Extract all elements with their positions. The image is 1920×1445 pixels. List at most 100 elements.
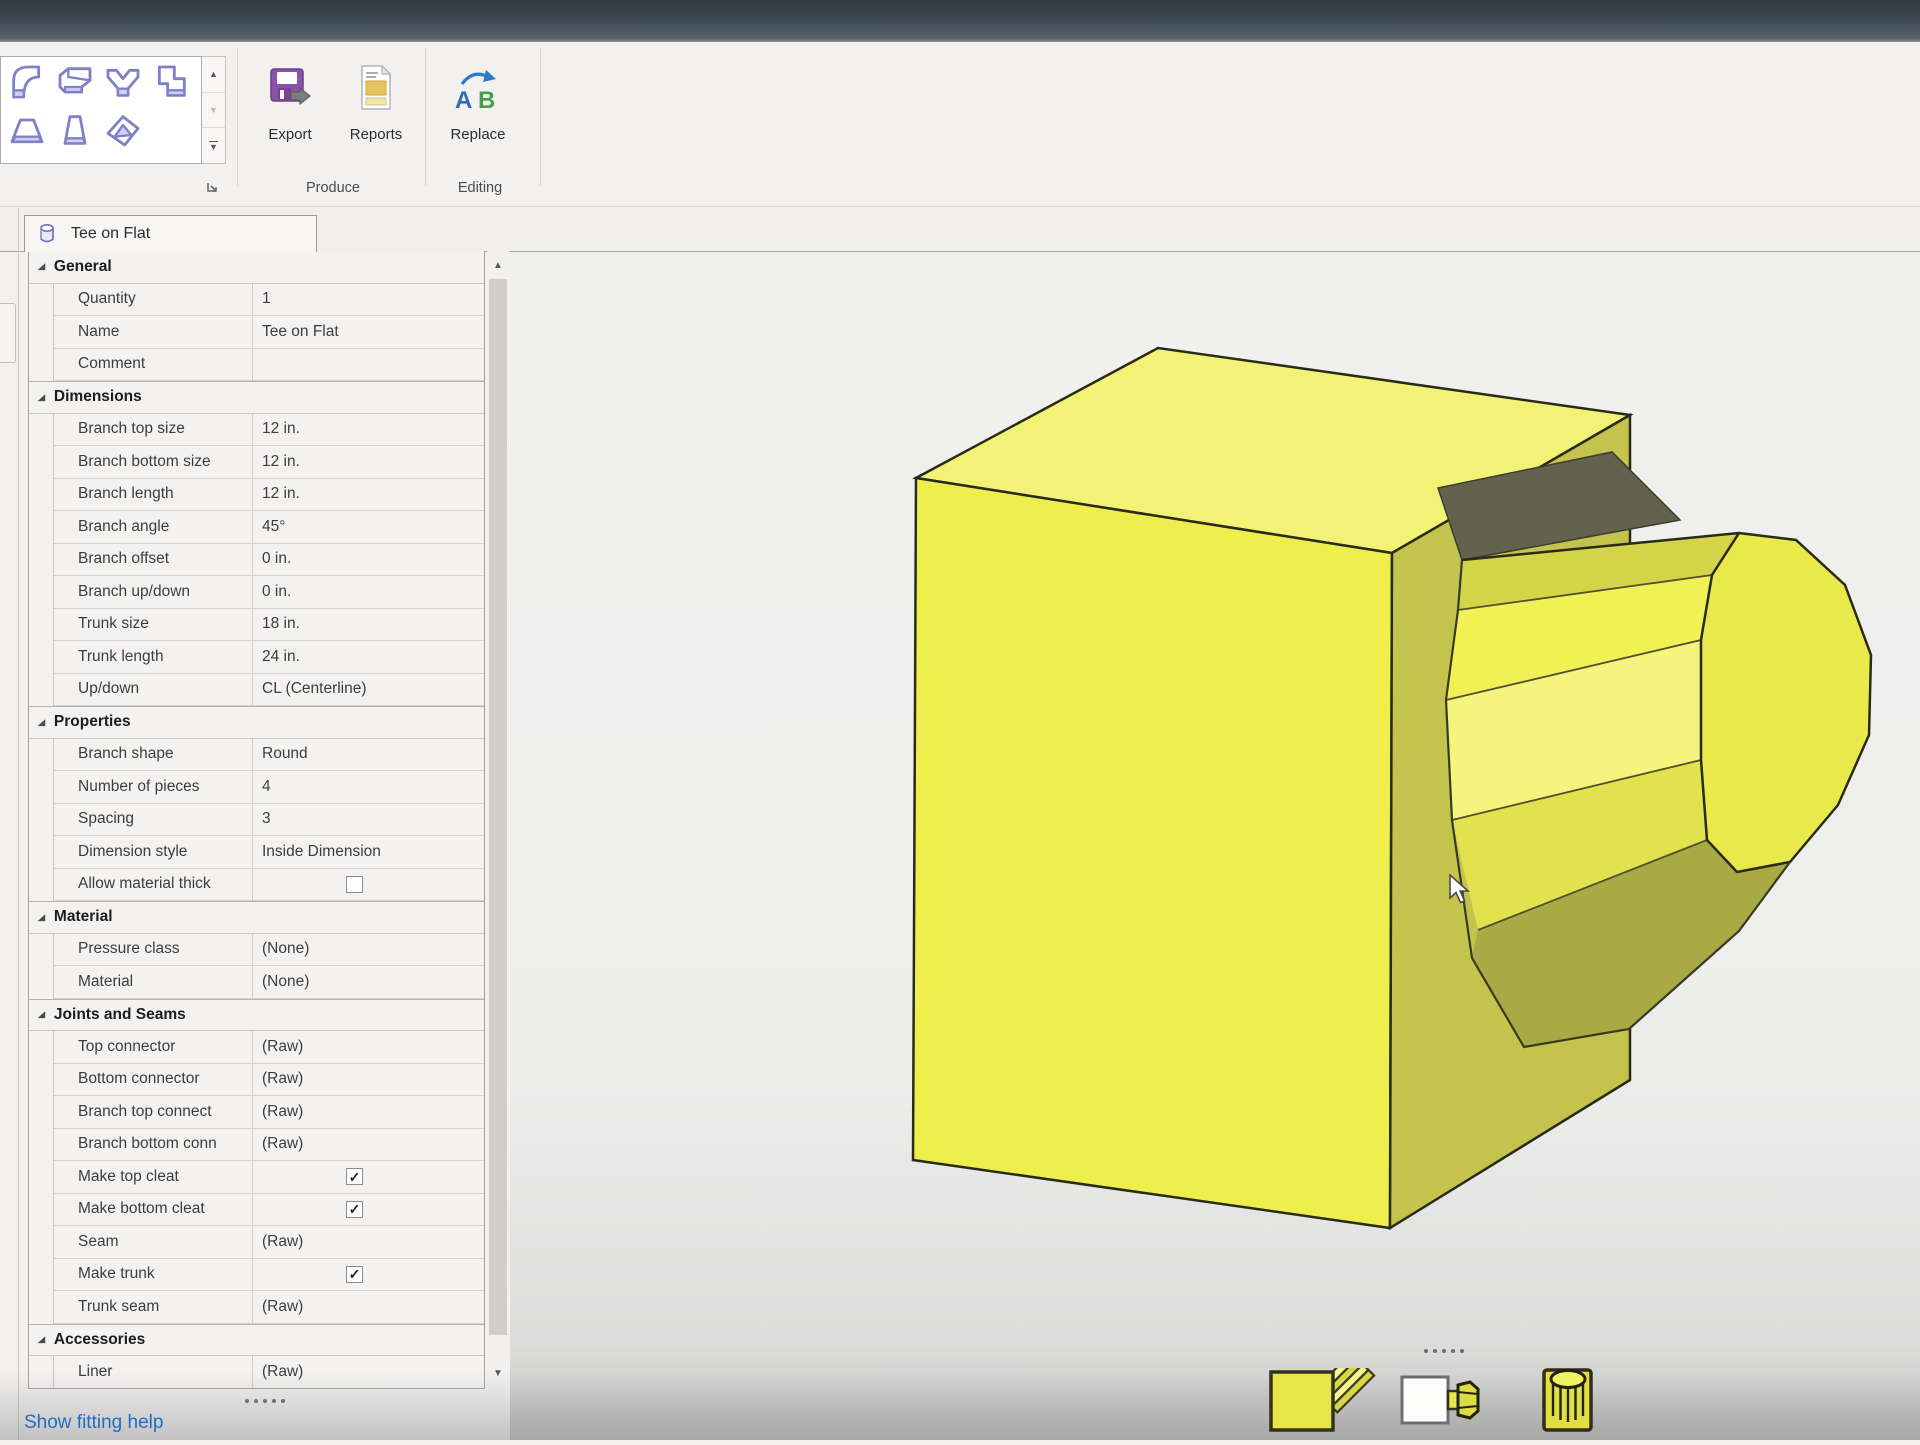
property-label: Name: [54, 316, 253, 348]
property-row-spacing[interactable]: Spacing3: [53, 804, 484, 837]
property-value[interactable]: (Raw): [253, 1129, 484, 1161]
checkbox-checked[interactable]: ✓: [346, 1201, 363, 1218]
property-row-number-of-pieces[interactable]: Number of pieces4: [53, 771, 484, 804]
property-row-branch-angle[interactable]: Branch angle45°: [53, 511, 484, 544]
property-row-comment[interactable]: Comment: [53, 349, 484, 382]
panel-resize-dots[interactable]: [245, 1399, 290, 1403]
property-value[interactable]: 12 in.: [253, 479, 484, 511]
property-value[interactable]: [253, 349, 484, 381]
property-value[interactable]: (None): [253, 966, 484, 998]
collapsed-panel-grip[interactable]: [0, 303, 16, 363]
property-value[interactable]: Round: [253, 739, 484, 771]
section-header-joints-and-seams[interactable]: ◢Joints and Seams: [29, 999, 484, 1032]
dialog-launcher-button[interactable]: [205, 180, 221, 196]
property-row-allow-material-thick[interactable]: Allow material thick: [53, 869, 484, 902]
property-value[interactable]: (Raw): [253, 1356, 484, 1388]
property-value[interactable]: 12 in.: [253, 414, 484, 446]
property-value[interactable]: 24 in.: [253, 641, 484, 673]
property-value[interactable]: 0 in.: [253, 544, 484, 576]
properties-scrollbar[interactable]: ▲ ▼: [487, 251, 509, 1389]
gallery-item-fitting-square-offset[interactable]: [51, 60, 99, 108]
property-value[interactable]: (Raw): [253, 1291, 484, 1323]
fitting-gallery[interactable]: [0, 56, 202, 164]
property-row-branch-up-down[interactable]: Branch up/down0 in.: [53, 576, 484, 609]
gallery-item-fitting-corner-tap[interactable]: [147, 60, 195, 108]
property-row-branch-shape[interactable]: Branch shapeRound: [53, 739, 484, 772]
show-fitting-help-link[interactable]: Show fitting help: [24, 1412, 163, 1434]
property-value[interactable]: 45°: [253, 511, 484, 543]
property-value[interactable]: 4: [253, 771, 484, 803]
scrollbar-down-arrow-icon[interactable]: ▼: [487, 1361, 509, 1385]
property-label: Material: [54, 966, 253, 998]
viewport-resize-dots[interactable]: [1424, 1349, 1469, 1353]
property-row-up-down[interactable]: Up/downCL (Centerline): [53, 674, 484, 707]
gallery-scroll-down-button[interactable]: ▼: [202, 93, 225, 129]
property-value[interactable]: [253, 869, 484, 901]
property-value[interactable]: (Raw): [253, 1226, 484, 1258]
property-row-make-top-cleat[interactable]: Make top cleat✓: [53, 1161, 484, 1194]
property-value[interactable]: 18 in.: [253, 609, 484, 641]
property-row-bottom-connector[interactable]: Bottom connector(Raw): [53, 1064, 484, 1097]
property-row-branch-length[interactable]: Branch length12 in.: [53, 479, 484, 512]
property-value[interactable]: (Raw): [253, 1096, 484, 1128]
property-row-branch-offset[interactable]: Branch offset0 in.: [53, 544, 484, 577]
scrollbar-up-arrow-icon[interactable]: ▲: [487, 253, 509, 277]
section-header-properties[interactable]: ◢Properties: [29, 706, 484, 739]
fitting-tall-transition-icon: [55, 110, 95, 155]
property-row-trunk-length[interactable]: Trunk length24 in.: [53, 641, 484, 674]
property-row-pressure-class[interactable]: Pressure class(None): [53, 934, 484, 967]
property-row-dimension-style[interactable]: Dimension styleInside Dimension: [53, 836, 484, 869]
checkbox-checked[interactable]: ✓: [346, 1266, 363, 1283]
replace-button[interactable]: A B Replace: [440, 56, 516, 174]
gallery-scrollbar[interactable]: ▲ ▼ ▼: [202, 56, 226, 164]
property-row-branch-top-connect[interactable]: Branch top connect(Raw): [53, 1096, 484, 1129]
property-row-branch-top-size[interactable]: Branch top size12 in.: [53, 414, 484, 447]
section-header-general[interactable]: ◢General: [29, 251, 484, 284]
property-row-branch-bottom-size[interactable]: Branch bottom size12 in.: [53, 446, 484, 479]
gallery-scroll-up-button[interactable]: ▲: [202, 57, 225, 93]
property-row-quantity[interactable]: Quantity1: [53, 284, 484, 317]
checkbox-unchecked[interactable]: [346, 876, 363, 893]
gallery-item-fitting-radius-bend[interactable]: [3, 60, 51, 108]
thumb-tee-top-view-button[interactable]: [1542, 1366, 1594, 1438]
section-header-dimensions[interactable]: ◢Dimensions: [29, 381, 484, 414]
property-value[interactable]: (Raw): [253, 1031, 484, 1063]
model-viewport[interactable]: [510, 252, 1920, 1440]
property-value[interactable]: ✓: [253, 1259, 484, 1291]
scrollbar-thumb[interactable]: [489, 279, 507, 1335]
property-value[interactable]: ✓: [253, 1194, 484, 1226]
gallery-more-button[interactable]: ▼: [202, 128, 225, 163]
property-row-make-trunk[interactable]: Make trunk✓: [53, 1259, 484, 1292]
property-value[interactable]: (None): [253, 934, 484, 966]
gallery-item-fitting-flat-transition[interactable]: [3, 108, 51, 156]
section-header-material[interactable]: ◢Material: [29, 901, 484, 934]
property-row-top-connector[interactable]: Top connector(Raw): [53, 1031, 484, 1064]
export-button[interactable]: Export: [252, 56, 328, 174]
property-value[interactable]: (Raw): [253, 1064, 484, 1096]
property-row-liner[interactable]: Liner(Raw): [53, 1356, 484, 1389]
property-value[interactable]: ✓: [253, 1161, 484, 1193]
property-value[interactable]: 12 in.: [253, 446, 484, 478]
property-row-seam[interactable]: Seam(Raw): [53, 1226, 484, 1259]
gallery-item-fitting-angled-panel[interactable]: [99, 108, 147, 156]
thumb-tee-side-view-button[interactable]: [1400, 1375, 1482, 1430]
reports-button[interactable]: Reports: [338, 56, 414, 174]
property-row-name[interactable]: NameTee on Flat: [53, 316, 484, 349]
thumb-tee-front-view-button[interactable]: [1268, 1368, 1403, 1439]
property-value[interactable]: Inside Dimension: [253, 836, 484, 868]
checkbox-checked[interactable]: ✓: [346, 1168, 363, 1185]
property-value[interactable]: 3: [253, 804, 484, 836]
gallery-item-fitting-y-branch[interactable]: [99, 60, 147, 108]
section-header-accessories[interactable]: ◢Accessories: [29, 1324, 484, 1357]
property-row-make-bottom-cleat[interactable]: Make bottom cleat✓: [53, 1194, 484, 1227]
gallery-item-fitting-tall-transition[interactable]: [51, 108, 99, 156]
property-value[interactable]: CL (Centerline): [253, 674, 484, 706]
property-value[interactable]: 0 in.: [253, 576, 484, 608]
document-tab-tee-on-flat[interactable]: Tee on Flat: [24, 215, 317, 252]
property-row-trunk-size[interactable]: Trunk size18 in.: [53, 609, 484, 642]
property-row-branch-bottom-conn[interactable]: Branch bottom conn(Raw): [53, 1129, 484, 1162]
property-row-trunk-seam[interactable]: Trunk seam(Raw): [53, 1291, 484, 1324]
property-row-material[interactable]: Material(None): [53, 966, 484, 999]
property-value[interactable]: Tee on Flat: [253, 316, 484, 348]
property-value[interactable]: 1: [253, 284, 484, 316]
